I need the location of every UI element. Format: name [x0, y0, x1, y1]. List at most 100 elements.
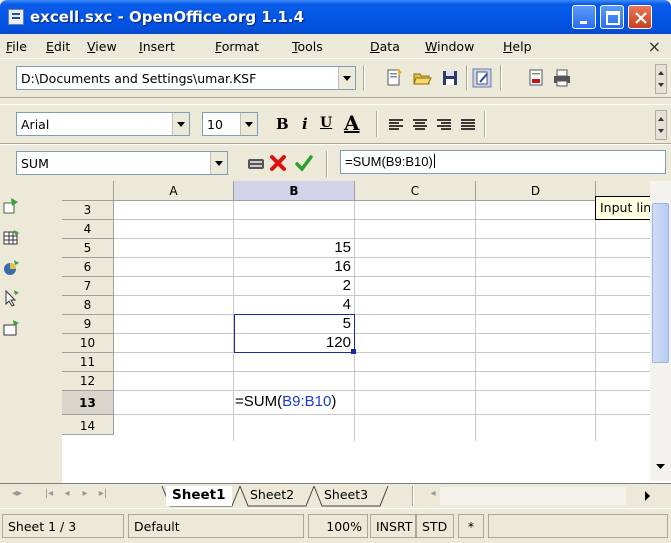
scroll-down-icon[interactable]: [655, 463, 666, 471]
font-color-button[interactable]: A: [344, 111, 360, 135]
column-header-a[interactable]: A: [114, 181, 234, 201]
tab-sheet2[interactable]: Sheet2: [244, 486, 300, 506]
insert-cells-icon[interactable]: [2, 197, 20, 215]
menu-format[interactable]: Format: [215, 39, 259, 54]
chevron-down-icon[interactable]: [210, 152, 227, 174]
formatting-toolbar: Arial 10 B i U A: [0, 104, 671, 144]
font-name-combo[interactable]: Arial: [16, 112, 190, 136]
row-header-13[interactable]: 13: [62, 391, 114, 415]
row-header-10[interactable]: 10: [62, 334, 114, 353]
menu-tools[interactable]: Tools: [292, 39, 323, 54]
sheet-tab-bar: ◂▸ |◂ ◂ ▸ ▸| Sheet1 Sheet2 Sheet3 ◂: [0, 483, 671, 508]
tab-scroll-buttons[interactable]: ◂▸: [10, 488, 24, 504]
prev-sheet-button[interactable]: ◂: [60, 488, 74, 504]
export-pdf-icon[interactable]: [526, 68, 546, 88]
grid-line: [114, 238, 671, 239]
insert-form-icon[interactable]: [2, 319, 20, 337]
formula-input[interactable]: =SUM(B9:B10): [340, 150, 666, 174]
select-pointer-icon[interactable]: [2, 289, 20, 307]
menu-insert[interactable]: Insert: [139, 39, 175, 54]
status-insert-mode[interactable]: INSRT: [370, 514, 416, 538]
tab-sheet1[interactable]: Sheet1: [166, 486, 232, 506]
underline-button[interactable]: U: [320, 115, 332, 131]
chevron-down-icon[interactable]: [240, 113, 257, 135]
edit-file-icon[interactable]: [472, 68, 492, 88]
menu-window[interactable]: Window: [425, 39, 474, 54]
row-header-6[interactable]: 6: [62, 258, 114, 277]
name-box[interactable]: SUM: [16, 151, 228, 175]
minimize-button[interactable]: [572, 5, 596, 29]
next-sheet-button[interactable]: ▸: [78, 488, 92, 504]
checkmark-icon[interactable]: [294, 153, 314, 173]
bold-button[interactable]: B: [276, 115, 289, 133]
status-modified: *: [458, 514, 484, 538]
column-header-d[interactable]: D: [476, 181, 596, 201]
cell-b13[interactable]: =SUM(B9:B10): [235, 393, 336, 410]
close-icon[interactable]: [268, 153, 288, 173]
vertical-scrollbar[interactable]: [650, 181, 671, 481]
italic-button[interactable]: i: [302, 115, 308, 133]
close-window-button[interactable]: [628, 5, 652, 29]
cell-b6[interactable]: 16: [234, 258, 351, 275]
tab-sheet3[interactable]: Sheet3: [318, 486, 374, 506]
chevron-down-icon[interactable]: [338, 67, 355, 89]
select-all-corner[interactable]: [62, 181, 114, 201]
menu-edit[interactable]: Edit: [46, 39, 70, 54]
print-icon[interactable]: [552, 68, 572, 88]
align-center-icon[interactable]: [410, 115, 430, 135]
menu-help[interactable]: Help: [503, 39, 532, 54]
row-header-9[interactable]: 9: [62, 315, 114, 334]
menu-data[interactable]: Data: [370, 39, 400, 54]
row-header-3[interactable]: 3: [62, 201, 114, 220]
last-sheet-button[interactable]: ▸|: [96, 488, 110, 504]
toolbar-separator: [326, 151, 328, 177]
row-header-14[interactable]: 14: [62, 415, 114, 435]
column-header-c[interactable]: C: [355, 181, 476, 201]
grid-line: [595, 201, 596, 441]
close-document-icon[interactable]: ×: [648, 37, 661, 56]
justify-icon[interactable]: [458, 115, 478, 135]
status-selection-mode[interactable]: STD: [416, 514, 454, 538]
menu-view[interactable]: View: [87, 39, 117, 54]
cell-b5[interactable]: 15: [234, 239, 351, 256]
cell-b7[interactable]: 2: [234, 277, 351, 294]
row-header-4[interactable]: 4: [62, 220, 114, 239]
toolbar-separator: [466, 65, 468, 91]
new-document-icon[interactable]: [384, 68, 404, 88]
align-left-icon[interactable]: [386, 115, 406, 135]
row-header-5[interactable]: 5: [62, 239, 114, 258]
cell-b8[interactable]: 4: [234, 296, 351, 313]
align-right-icon[interactable]: [434, 115, 454, 135]
row-header-7[interactable]: 7: [62, 277, 114, 296]
row-header-12[interactable]: 12: [62, 372, 114, 391]
toolbar-scroll-arrows[interactable]: [655, 64, 667, 94]
row-header-11[interactable]: 11: [62, 353, 114, 372]
formula-text: =SUM(B9:B10): [345, 154, 433, 169]
open-folder-icon[interactable]: [412, 68, 432, 88]
font-size-combo[interactable]: 10: [202, 112, 258, 136]
cancel-input-icon[interactable]: [246, 154, 266, 174]
grid-line: [114, 414, 671, 415]
toolbar-separator: [376, 111, 378, 137]
menu-file[interactable]: File: [6, 39, 27, 54]
horizontal-scrollbar-track[interactable]: [440, 487, 626, 505]
toolbar-scroll-arrows[interactable]: [655, 110, 667, 140]
fill-handle[interactable]: [351, 349, 356, 354]
maximize-button[interactable]: [600, 5, 624, 29]
hscroll-left-button[interactable]: ◂: [426, 488, 440, 504]
status-zoom[interactable]: 100%: [308, 514, 368, 538]
scrollbar-thumb[interactable]: [652, 203, 669, 363]
first-sheet-button[interactable]: |◂: [42, 488, 56, 504]
load-url-combo[interactable]: D:\Documents and Settings\umar.KSF: [16, 66, 356, 90]
grid-line: [114, 257, 671, 258]
column-header-b[interactable]: B: [234, 181, 355, 201]
save-icon[interactable]: [440, 68, 460, 88]
insert-object-icon[interactable]: [2, 229, 20, 247]
app-icon[interactable]: [8, 9, 24, 25]
chevron-down-icon[interactable]: [172, 113, 189, 135]
row-header-8[interactable]: 8: [62, 296, 114, 315]
scroll-right-icon[interactable]: [644, 490, 652, 502]
spreadsheet-grid[interactable]: A B C D 3 4 5 6 7 8 9 10 11 12 13 14 15 …: [22, 181, 671, 483]
tab-splitter[interactable]: [412, 486, 414, 506]
insert-chart-icon[interactable]: [2, 259, 20, 277]
